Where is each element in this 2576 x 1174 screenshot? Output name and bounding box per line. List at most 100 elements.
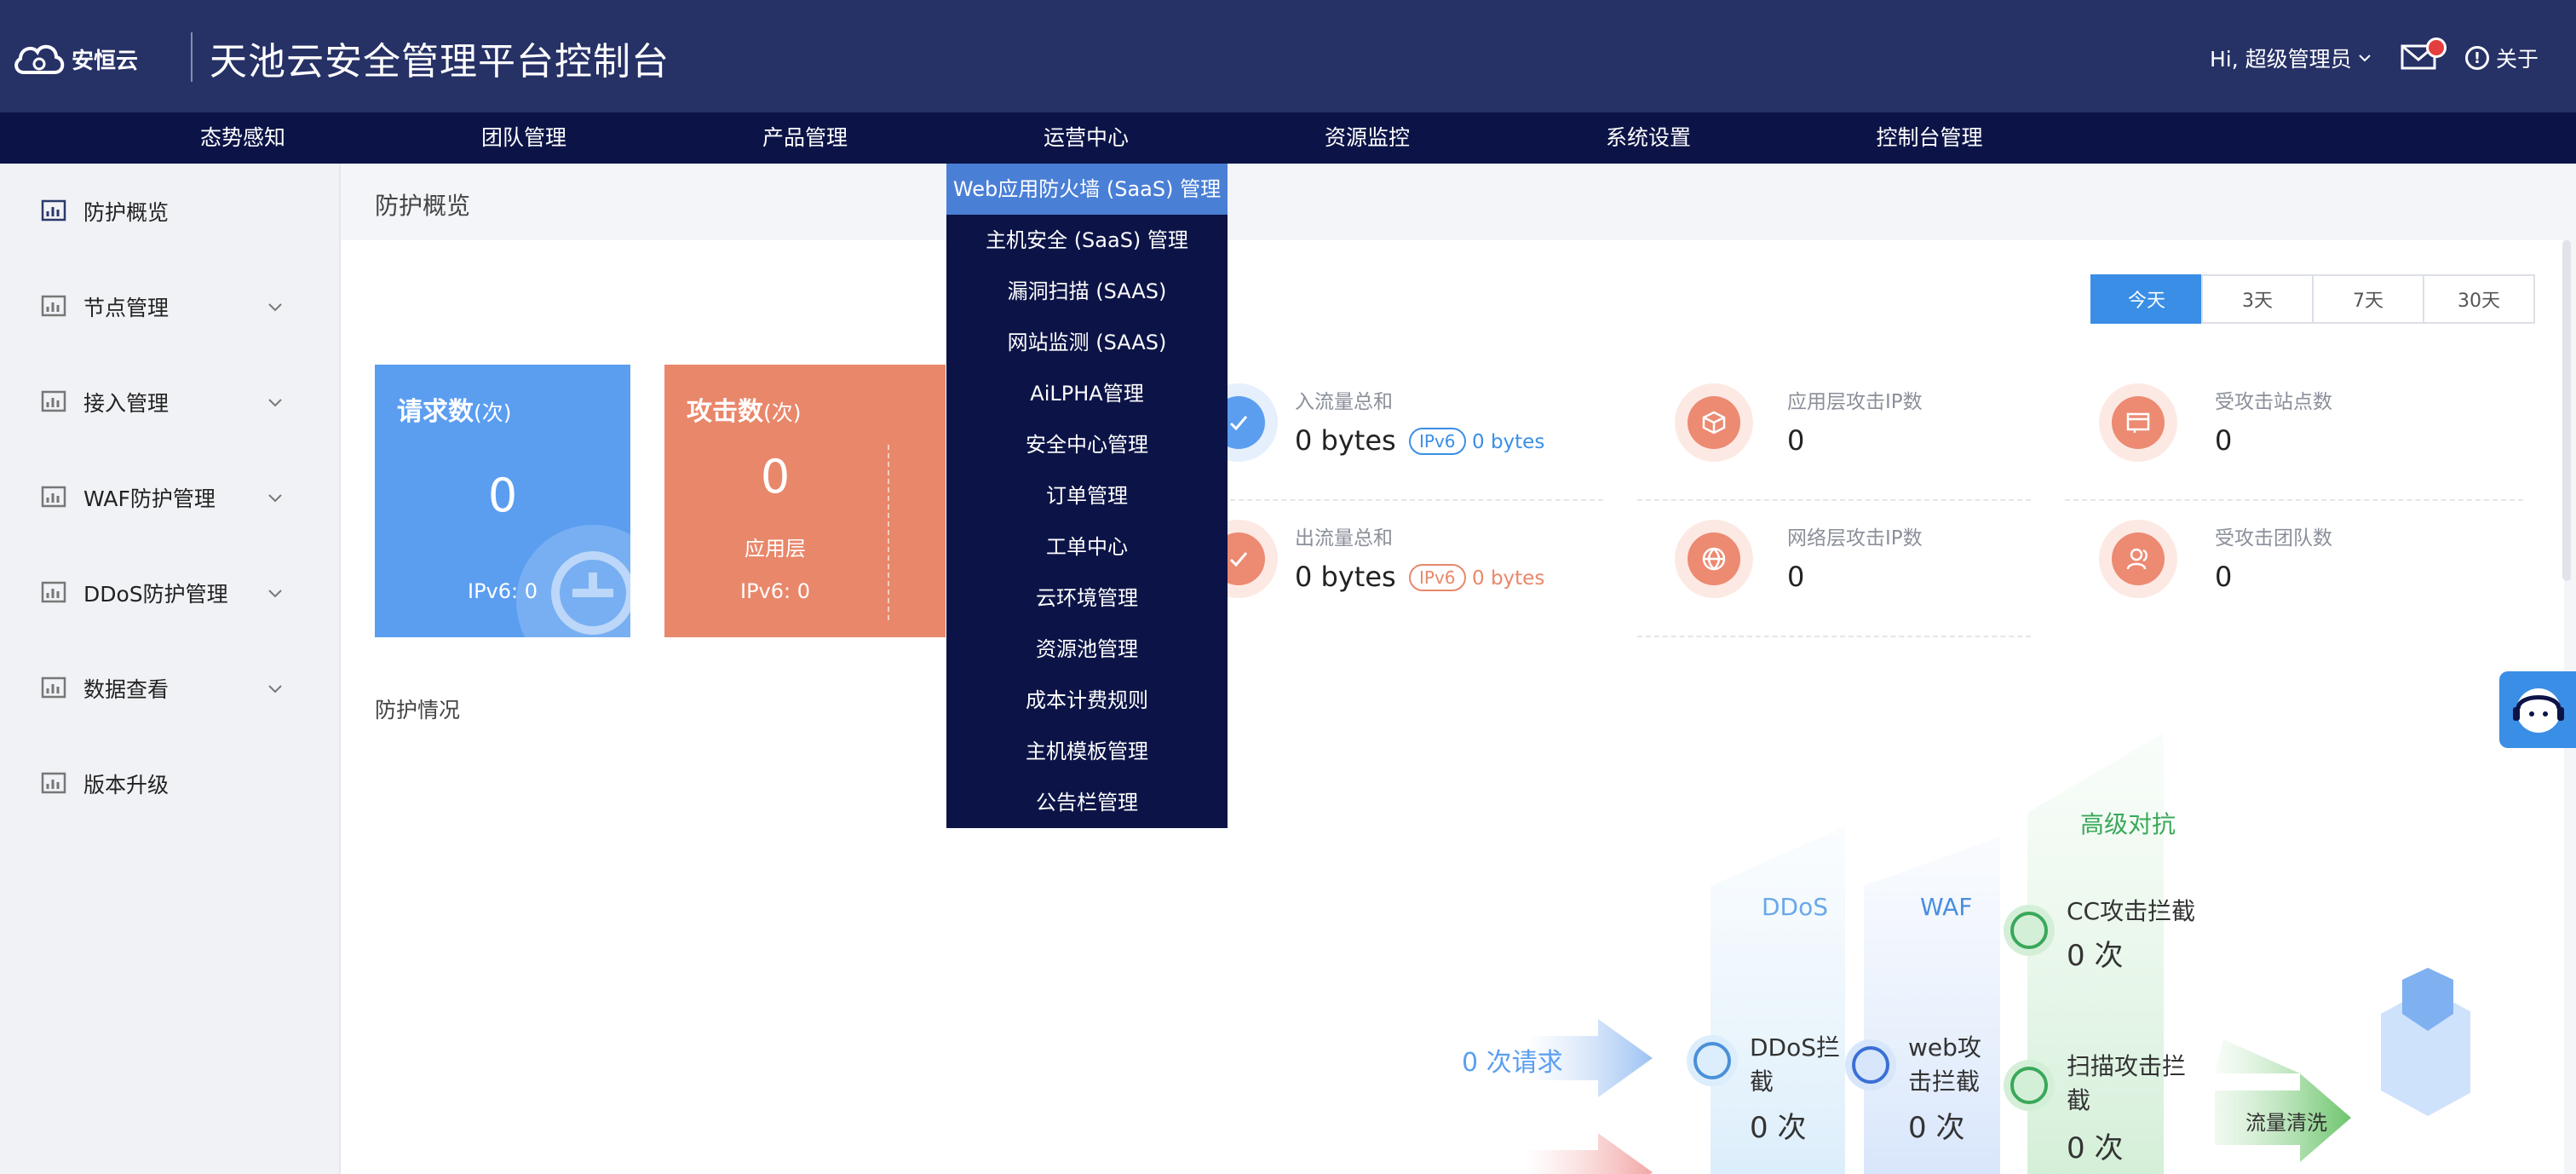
menu-item-tickets[interactable]: 工单中心 (946, 521, 1228, 573)
range-today[interactable]: 今天 (2090, 274, 2203, 324)
chevron-down-icon (268, 494, 282, 503)
menu-item-cloud-env[interactable]: 云环境管理 (946, 573, 1228, 624)
range-30days[interactable]: 30天 (2423, 274, 2535, 324)
top-nav: 态势感知 团队管理 产品管理 运营中心 资源监控 系统设置 控制台管理 (0, 112, 2576, 164)
support-chat-button[interactable] (2499, 671, 2576, 748)
sidebar-item-nodes[interactable]: 节点管理 (0, 259, 339, 354)
requests-label: 0 次请求 (1462, 1048, 1563, 1078)
menu-item-waf-saas[interactable]: Web应用防火墙 (SaaS) 管理 (946, 164, 1228, 215)
ddos-block-value: 0 次 (1750, 1111, 1807, 1145)
outbound-ipv6-value: 0 bytes (1472, 567, 1545, 590)
menu-item-site-monitor[interactable]: 网站监测 (SAAS) (946, 317, 1228, 368)
stat-divider (1637, 636, 2031, 637)
logo-text: 安恒云 (72, 48, 139, 74)
inbound-label: 入流量总和 (1295, 391, 1393, 413)
attacked-sites-value: 0 (2215, 424, 2233, 457)
scrollbar[interactable] (2562, 240, 2571, 581)
net-attack-ip-label: 网络层攻击IP数 (1787, 527, 1923, 550)
inbound-value: 0 bytes (1295, 424, 1396, 457)
brand-logo[interactable]: 安恒云 (12, 31, 148, 87)
chart-icon (41, 390, 66, 412)
notification-badge (2426, 37, 2447, 58)
sidebar-item-data[interactable]: 数据查看 (0, 641, 339, 736)
menu-item-host-security[interactable]: 主机安全 (SaaS) 管理 (946, 215, 1228, 266)
sidebar-item-label: 防护概览 (83, 200, 170, 225)
attacks-card: 攻击数(次) 0 应用层 IPv6: 0 (664, 365, 946, 637)
chart-icon (41, 772, 66, 794)
chart-icon (41, 486, 66, 508)
chart-icon (41, 295, 66, 317)
chevron-down-icon (268, 590, 282, 598)
nav-product[interactable]: 产品管理 (664, 112, 946, 164)
sidebar-item-ddos[interactable]: DDoS防护管理 (0, 545, 339, 641)
menu-item-resource-pool[interactable]: 资源池管理 (946, 624, 1228, 675)
menu-item-ailpha[interactable]: AiLPHA管理 (946, 368, 1228, 419)
menu-item-bulletin[interactable]: 公告栏管理 (946, 777, 1228, 828)
sidebar-item-label: WAF防护管理 (83, 486, 216, 511)
cc-block-label: CC攻击拦截 (2067, 897, 2196, 925)
inbound-ipv6-value: 0 bytes (1472, 431, 1545, 453)
sidebar-item-overview[interactable]: 防护概览 (0, 164, 339, 259)
card-title: 请求数(次) (397, 397, 512, 427)
chart-icon (41, 581, 66, 603)
attacks-count: 0 (760, 450, 791, 504)
menu-item-host-templates[interactable]: 主机模板管理 (946, 726, 1228, 777)
app-attack-ip-value: 0 (1787, 424, 1805, 457)
chart-icon (41, 199, 66, 222)
advanced-column-label: 高级对抗 (2080, 810, 2176, 838)
sidebar-item-label: DDoS防护管理 (83, 582, 228, 607)
ddos-block-label: DDoS拦截 (1750, 1033, 1841, 1096)
app-title: 天池云安全管理平台控制台 (210, 40, 670, 83)
nav-operations[interactable]: 运营中心 (946, 112, 1227, 164)
website-icon (2099, 383, 2177, 462)
about-button[interactable]: ! 关于 (2465, 43, 2539, 73)
traffic-clean-label: 流量清洗 (2245, 1111, 2327, 1135)
ddos-column-label: DDoS (1762, 893, 1829, 921)
support-avatar-icon (2513, 688, 2564, 733)
header-divider (191, 32, 193, 82)
sidebar-item-upgrade[interactable]: 版本升级 (0, 736, 339, 832)
outbound-value: 0 bytes (1295, 561, 1396, 593)
attacks-ipv6: IPv6: 0 (739, 579, 810, 603)
range-7days[interactable]: 7天 (2312, 274, 2424, 324)
breadcrumb-bar (341, 164, 2576, 239)
menu-item-vuln-scan[interactable]: 漏洞扫描 (SAAS) (946, 266, 1228, 317)
outbound-label: 出流量总和 (1295, 527, 1393, 550)
attacks-layer: 应用层 (745, 537, 806, 561)
sidebar-item-access[interactable]: 接入管理 (0, 354, 339, 450)
time-range-selector: 今天 3天 7天 30天 (2090, 274, 2535, 324)
sidebar-item-waf[interactable]: WAF防护管理 (0, 450, 339, 545)
web-block-label: web攻击拦截 (1908, 1033, 1981, 1096)
user-greeting: Hi, 超级管理员 (2210, 47, 2352, 72)
sidebar-item-label: 节点管理 (83, 296, 170, 320)
menu-item-security-center[interactable]: 安全中心管理 (946, 419, 1228, 470)
waf-column-label: WAF (1920, 893, 1973, 921)
attacked-teams-value: 0 (2215, 561, 2233, 593)
user-menu[interactable]: Hi, 超级管理员 (2210, 43, 2372, 73)
stat-divider (1637, 499, 2031, 501)
chevron-down-icon (2358, 55, 2371, 62)
net-attack-ip-value: 0 (1787, 561, 1805, 593)
nav-team[interactable]: 团队管理 (383, 112, 664, 164)
cc-block-value: 0 次 (2067, 939, 2124, 973)
chart-icon (41, 676, 66, 699)
chevron-down-icon (268, 303, 282, 312)
sidebar-item-label: 版本升级 (83, 773, 170, 797)
range-3days[interactable]: 3天 (2201, 274, 2314, 324)
breadcrumb: 防护概览 (375, 192, 471, 220)
nav-resource-monitor[interactable]: 资源监控 (1227, 112, 1508, 164)
nav-system-settings[interactable]: 系统设置 (1508, 112, 1789, 164)
top-header: 安恒云 天池云安全管理平台控制台 Hi, 超级管理员 ! 关于 (0, 0, 2576, 112)
team-icon (2099, 520, 2177, 598)
attacked-teams-label: 受攻击团队数 (2215, 527, 2332, 550)
chevron-down-icon (268, 399, 282, 407)
nav-console-admin[interactable]: 控制台管理 (1789, 112, 2070, 164)
sidebar-item-label: 接入管理 (83, 391, 170, 416)
nav-situation[interactable]: 态势感知 (102, 112, 383, 164)
cloud-logo-icon (14, 44, 65, 74)
stat-divider (1205, 499, 1603, 501)
network-icon (516, 525, 630, 637)
menu-item-billing-rules[interactable]: 成本计费规则 (946, 675, 1228, 726)
menu-item-orders[interactable]: 订单管理 (946, 470, 1228, 521)
globe-icon (1675, 520, 1753, 598)
